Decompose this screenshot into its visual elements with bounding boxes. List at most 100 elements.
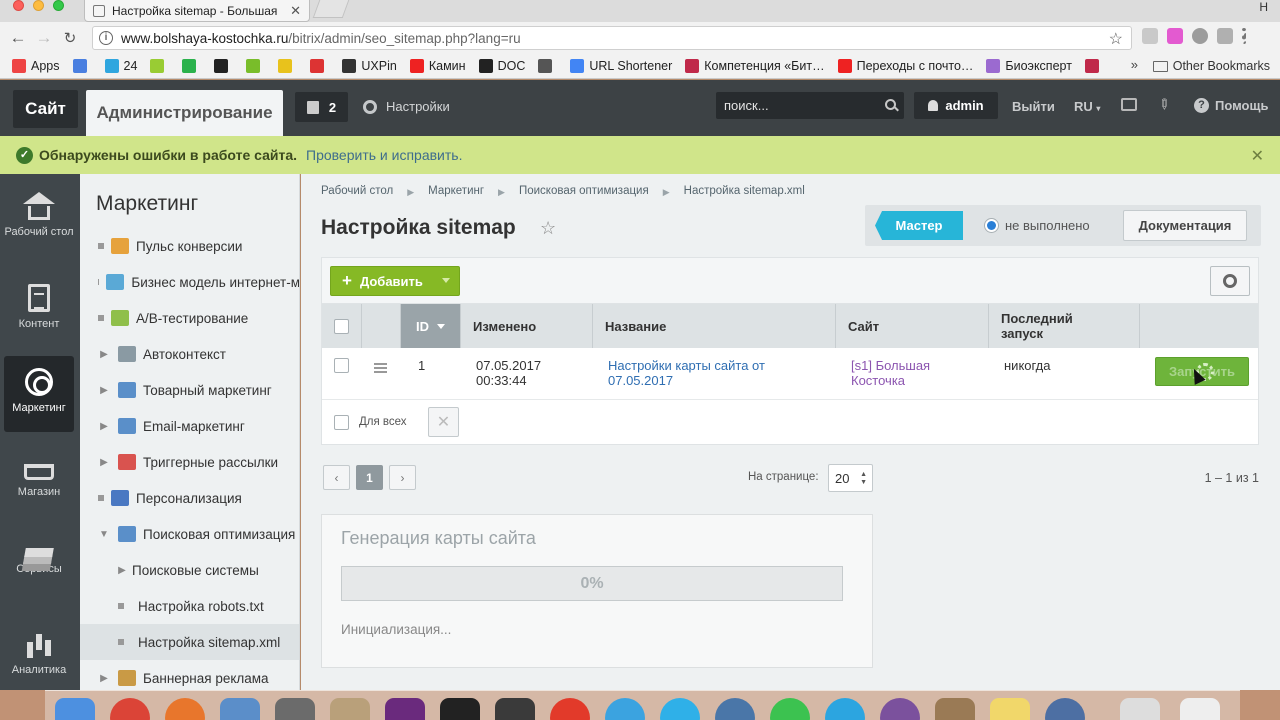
per-page-select[interactable]: 20 ▲ ▼: [828, 464, 873, 492]
bookmark-item[interactable]: UXPin: [342, 59, 397, 73]
run-button[interactable]: Запустить: [1155, 357, 1249, 386]
back-arrow-icon[interactable]: ←: [5, 28, 31, 48]
column-name[interactable]: Название: [593, 304, 836, 348]
check-and-fix-link[interactable]: Проверить и исправить.: [306, 147, 462, 163]
language-selector[interactable]: RU ▾: [1074, 99, 1100, 114]
new-tab-button[interactable]: [312, 0, 350, 18]
site-mode-button[interactable]: Сайт: [13, 90, 78, 128]
section-document[interactable]: Контент: [4, 272, 74, 348]
column-site[interactable]: Сайт: [836, 304, 989, 348]
bookmark-item[interactable]: [214, 59, 233, 73]
menu-item[interactable]: ▶ Баннерная реклама: [80, 660, 299, 690]
bookmark-item[interactable]: [1084, 59, 1104, 73]
menu-item[interactable]: Настройка sitemap.xml: [80, 624, 299, 660]
menu-item[interactable]: Персонализация: [80, 480, 299, 516]
drag-handle-icon[interactable]: [374, 363, 387, 365]
monitor-icon[interactable]: [495, 698, 535, 720]
row-checkbox[interactable]: [334, 358, 349, 373]
search-icon[interactable]: [885, 99, 896, 110]
preview-icon[interactable]: [220, 698, 260, 720]
bookmark-item[interactable]: [310, 59, 329, 73]
chevron-right-icon[interactable]: ▶: [94, 349, 114, 360]
row-site-link[interactable]: [s1] Большая Косточка: [851, 358, 930, 388]
close-icon[interactable]: ✕: [1251, 146, 1264, 166]
extension-tool-icon[interactable]: [1217, 28, 1233, 44]
extension-color-icon[interactable]: [1167, 28, 1183, 44]
bookmark-item[interactable]: [278, 59, 297, 73]
logout-link[interactable]: Выйти: [1012, 99, 1055, 114]
breadcrumb-item[interactable]: Рабочий стол: [321, 185, 393, 200]
bookmark-item[interactable]: URL Shortener: [570, 59, 672, 73]
menu-item[interactable]: ▶ Триггерные рассылки: [80, 444, 299, 480]
row-name-link[interactable]: Настройки карты сайта от 07.05.2017: [608, 358, 765, 388]
section-bar-chart[interactable]: Аналитика: [4, 618, 74, 694]
bookmark-item[interactable]: 24: [104, 59, 137, 73]
breadcrumb-item[interactable]: Поисковая оптимизация: [519, 185, 649, 200]
bookmark-item[interactable]: DOC: [478, 59, 525, 73]
browser-menu-icon[interactable]: [1242, 28, 1246, 44]
terminal-icon[interactable]: [440, 698, 480, 720]
reload-icon[interactable]: ↻: [57, 29, 83, 47]
window-close-icon[interactable]: [13, 0, 24, 11]
breadcrumb-item[interactable]: Настройка sitemap.xml: [684, 185, 805, 200]
bookmark-item[interactable]: Apps: [12, 59, 60, 73]
column-id[interactable]: ID: [401, 304, 461, 348]
for-all-checkbox[interactable]: [334, 414, 349, 430]
section-target[interactable]: Маркетинг: [4, 356, 74, 432]
other-bookmarks-folder[interactable]: Other Bookmarks: [1152, 59, 1270, 73]
chevron-right-icon[interactable]: ▶: [94, 421, 114, 432]
photoshop-icon[interactable]: [385, 698, 425, 720]
chevron-right-icon[interactable]: ▶: [112, 565, 132, 576]
admin-mode-tab[interactable]: Администрирование: [86, 90, 283, 136]
column-modified[interactable]: Изменено: [461, 304, 593, 348]
menu-item[interactable]: Настройка robots.txt: [80, 588, 299, 624]
bookmark-item[interactable]: Компетенция «Бит…: [685, 59, 825, 73]
user-menu-button[interactable]: admin: [914, 92, 998, 119]
chevron-right-icon[interactable]: ▶: [94, 385, 114, 396]
menu-item[interactable]: Бизнес модель интернет-м: [80, 264, 299, 300]
documents-icon[interactable]: [1120, 698, 1160, 720]
extension-camera-icon[interactable]: [1192, 28, 1208, 44]
add-button[interactable]: + Добавить: [330, 266, 460, 296]
tab-close-icon[interactable]: ✕: [290, 3, 301, 19]
bookmark-item[interactable]: [246, 59, 265, 73]
settings-link[interactable]: Настройки: [363, 99, 450, 114]
window-minimize-icon[interactable]: [33, 0, 44, 11]
bookmark-item[interactable]: [150, 59, 169, 73]
app-brown-icon[interactable]: [935, 698, 975, 720]
menu-item[interactable]: Пульс конверсии: [80, 228, 299, 264]
prev-page-button[interactable]: ‹: [323, 465, 350, 490]
notes-icon[interactable]: [990, 698, 1030, 720]
menu-item[interactable]: ▶ Автоконтекст: [80, 336, 299, 372]
select-all-checkbox[interactable]: [334, 318, 349, 334]
chevron-down-icon[interactable]: ▼: [94, 529, 114, 540]
extension-cast-icon[interactable]: [1142, 28, 1158, 44]
chevron-right-icon[interactable]: ▶: [94, 457, 114, 468]
documentation-button[interactable]: Документация: [1123, 210, 1247, 241]
site-info-icon[interactable]: i: [99, 31, 113, 45]
current-page-button[interactable]: 1: [356, 465, 383, 490]
menu-item[interactable]: ▶ Поисковые системы: [80, 552, 299, 588]
address-bar[interactable]: i www.bolshaya-kostochka.ru/bitrix/admin…: [92, 26, 1132, 50]
bookmark-star-icon[interactable]: ☆: [1109, 29, 1123, 49]
automator-icon[interactable]: [275, 698, 315, 720]
bookmarks-more-button[interactable]: »: [1131, 57, 1138, 72]
admin-search-input[interactable]: поиск...: [716, 92, 904, 119]
chevron-down-icon[interactable]: [442, 278, 450, 283]
section-basket[interactable]: Магазин: [4, 442, 74, 518]
menu-item[interactable]: A/B-тестирование: [80, 300, 299, 336]
help-link[interactable]: ? Помощь: [1194, 98, 1268, 113]
window-zoom-icon[interactable]: [53, 0, 64, 11]
finder-icon[interactable]: [55, 698, 95, 720]
delete-button[interactable]: ✕: [428, 407, 459, 437]
bookmark-item[interactable]: [72, 59, 92, 73]
master-button[interactable]: Мастер: [875, 211, 963, 240]
bookmark-item[interactable]: [182, 59, 201, 73]
sublime-icon[interactable]: [330, 698, 370, 720]
breadcrumb-item[interactable]: Маркетинг: [428, 185, 484, 200]
pin-icon[interactable]: ✎: [1154, 94, 1174, 114]
bookmark-item[interactable]: Переходы с почто…: [837, 59, 973, 73]
bookmark-item[interactable]: Биоэксперт: [986, 59, 1072, 73]
notifications-button[interactable]: 2: [295, 92, 348, 122]
menu-item[interactable]: ▶ Товарный маркетинг: [80, 372, 299, 408]
